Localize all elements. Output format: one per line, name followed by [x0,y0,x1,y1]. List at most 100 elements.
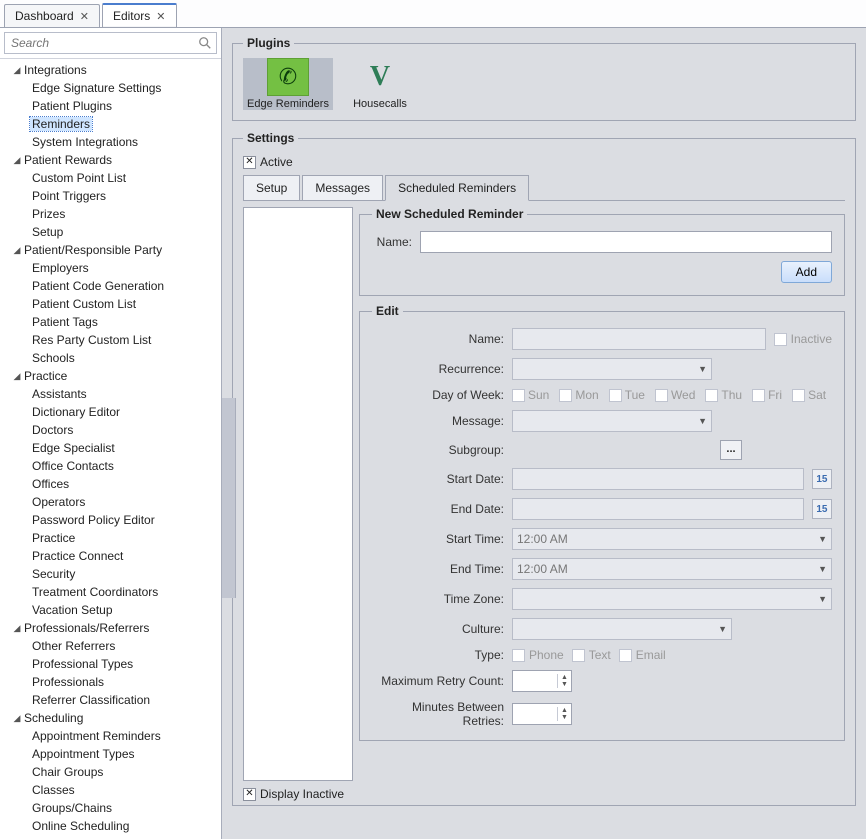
tree-item[interactable]: Treatment Coordinators [0,583,221,601]
tree-item[interactable]: Security [0,565,221,583]
calendar-icon[interactable]: 15 [812,499,832,519]
tree-item[interactable]: Online Scheduling [0,817,221,835]
start-time-combo[interactable]: 12:00 AM ▼ [512,528,832,550]
tree-item[interactable]: Res Party Custom List [0,331,221,349]
expander-icon[interactable]: ◢ [12,155,22,166]
tree-item[interactable]: Practice [0,529,221,547]
type-phone-checkbox[interactable]: Phone [512,648,564,662]
tree-item[interactable]: Setup [0,223,221,241]
plugin-edge-reminders[interactable]: ✆Edge Reminders [243,58,333,110]
tree-item[interactable]: Doctors [0,421,221,439]
tree-item[interactable]: Classes [0,781,221,799]
tab-messages[interactable]: Messages [302,175,383,200]
close-icon[interactable]: ✕ [156,10,165,23]
expander-icon[interactable]: ◢ [12,65,22,76]
tree-item[interactable]: Patient Tags [0,313,221,331]
active-checkbox[interactable]: Active [243,155,293,169]
calendar-icon[interactable]: 15 [812,469,832,489]
tree-category[interactable]: ◢Scheduling [0,709,221,727]
type-text-checkbox[interactable]: Text [572,648,611,662]
tree-item[interactable]: Assistants [0,385,221,403]
display-inactive-checkbox[interactable]: Display Inactive [243,787,344,801]
tree-item[interactable]: Offices [0,475,221,493]
tree-item[interactable]: Dictionary Editor [0,403,221,421]
day-fri-checkbox[interactable]: Fri [752,388,782,402]
tree-category[interactable]: ◢Patient/Responsible Party [0,241,221,259]
editors-tree[interactable]: ◢Integrations Edge Signature Settings Pati… [0,59,221,839]
document-tab-editors[interactable]: Editors✕ [102,3,177,27]
tree-item[interactable]: Schools [0,349,221,367]
culture-combo[interactable]: ▼ [512,618,732,640]
tree-item[interactable]: Edge Specialist [0,439,221,457]
tree-item[interactable]: Vacation Setup [0,601,221,619]
tree-item[interactable]: Referrer Classification [0,691,221,709]
search-input-wrapper[interactable] [4,32,217,54]
tree-item[interactable]: Patient Custom List [0,295,221,313]
tree-item[interactable]: Patient Code Generation [0,277,221,295]
tree-item[interactable]: Appointment Types [0,745,221,763]
day-sat-checkbox[interactable]: Sat [792,388,826,402]
end-time-combo[interactable]: 12:00 AM ▼ [512,558,832,580]
max-retry-spinner[interactable]: ▲▼ [512,670,572,692]
plugin-housecalls[interactable]: VHousecalls [335,58,425,110]
tree-item[interactable]: Password Policy Editor [0,511,221,529]
tab-setup[interactable]: Setup [243,175,300,200]
type-email-checkbox[interactable]: Email [619,648,666,662]
inactive-checkbox[interactable]: Inactive [774,332,832,346]
mins-retry-spinner[interactable]: ▲▼ [512,703,572,725]
tree-item[interactable]: Groups/Chains [0,799,221,817]
reminders-list[interactable] [243,207,353,781]
recurrence-combo[interactable]: ▼ [512,358,712,380]
day-tue-checkbox[interactable]: Tue [609,388,645,402]
message-combo[interactable]: ▼ [512,410,712,432]
tree-item[interactable]: Appointment Reminders [0,727,221,745]
tab-label: Dashboard [15,9,74,23]
end-date-input[interactable] [512,498,804,520]
tree-item[interactable]: Point Triggers [0,187,221,205]
tree-item[interactable]: Prizes [0,205,221,223]
tree-category[interactable]: ◢Patient Rewards [0,151,221,169]
tree-item-label: Reminders [30,117,92,131]
start-date-input[interactable] [512,468,804,490]
time-zone-combo[interactable]: ▼ [512,588,832,610]
day-sun-checkbox[interactable]: Sun [512,388,549,402]
close-icon[interactable]: ✕ [80,10,89,23]
chevron-up-icon: ▲ [558,707,571,714]
tree-item[interactable]: Operators [0,493,221,511]
tree-item-label: Chair Groups [30,765,105,779]
checkbox-icon [655,389,668,402]
tree-item[interactable]: Office Contacts [0,457,221,475]
new-name-input[interactable] [420,231,832,253]
tree-item[interactable]: Professionals [0,673,221,691]
tree-item[interactable]: Patient Plugins [0,97,221,115]
day-mon-checkbox[interactable]: Mon [559,388,598,402]
add-button[interactable]: Add [781,261,832,283]
tree-item[interactable]: Chair Groups [0,763,221,781]
tree-item[interactable]: Edge Signature Settings [0,79,221,97]
tree-item[interactable]: Custom Point List [0,169,221,187]
tree-item[interactable]: Employers [0,259,221,277]
day-label: Sun [528,388,549,402]
expander-icon[interactable]: ◢ [12,713,22,724]
expander-icon[interactable]: ◢ [12,245,22,256]
document-tab-dashboard[interactable]: Dashboard ✕ [4,4,100,27]
tree-item[interactable]: Professional Types [0,655,221,673]
day-thu-checkbox[interactable]: Thu [705,388,742,402]
tree-category-label: Patient Rewards [22,153,114,167]
tree-category[interactable]: ◢Practice [0,367,221,385]
tree-item[interactable]: Other Referrers [0,637,221,655]
expander-icon[interactable]: ◢ [12,371,22,382]
tab-scheduled-reminders[interactable]: Scheduled Reminders [385,175,529,201]
tree-item-label: Edge Signature Settings [30,81,163,95]
tree-item[interactable]: System Integrations [0,133,221,151]
search-input[interactable] [9,35,198,51]
day-wed-checkbox[interactable]: Wed [655,388,695,402]
edit-name-input[interactable] [512,328,766,350]
tree-item[interactable]: Reminders [0,115,221,133]
tree-category[interactable]: ◢Integrations [0,61,221,79]
main-scrollbar-thumb[interactable] [222,398,236,598]
tree-category[interactable]: ◢Professionals/Referrers [0,619,221,637]
tree-item[interactable]: Practice Connect [0,547,221,565]
subgroup-button[interactable]: ... [720,440,742,460]
expander-icon[interactable]: ◢ [12,623,22,634]
